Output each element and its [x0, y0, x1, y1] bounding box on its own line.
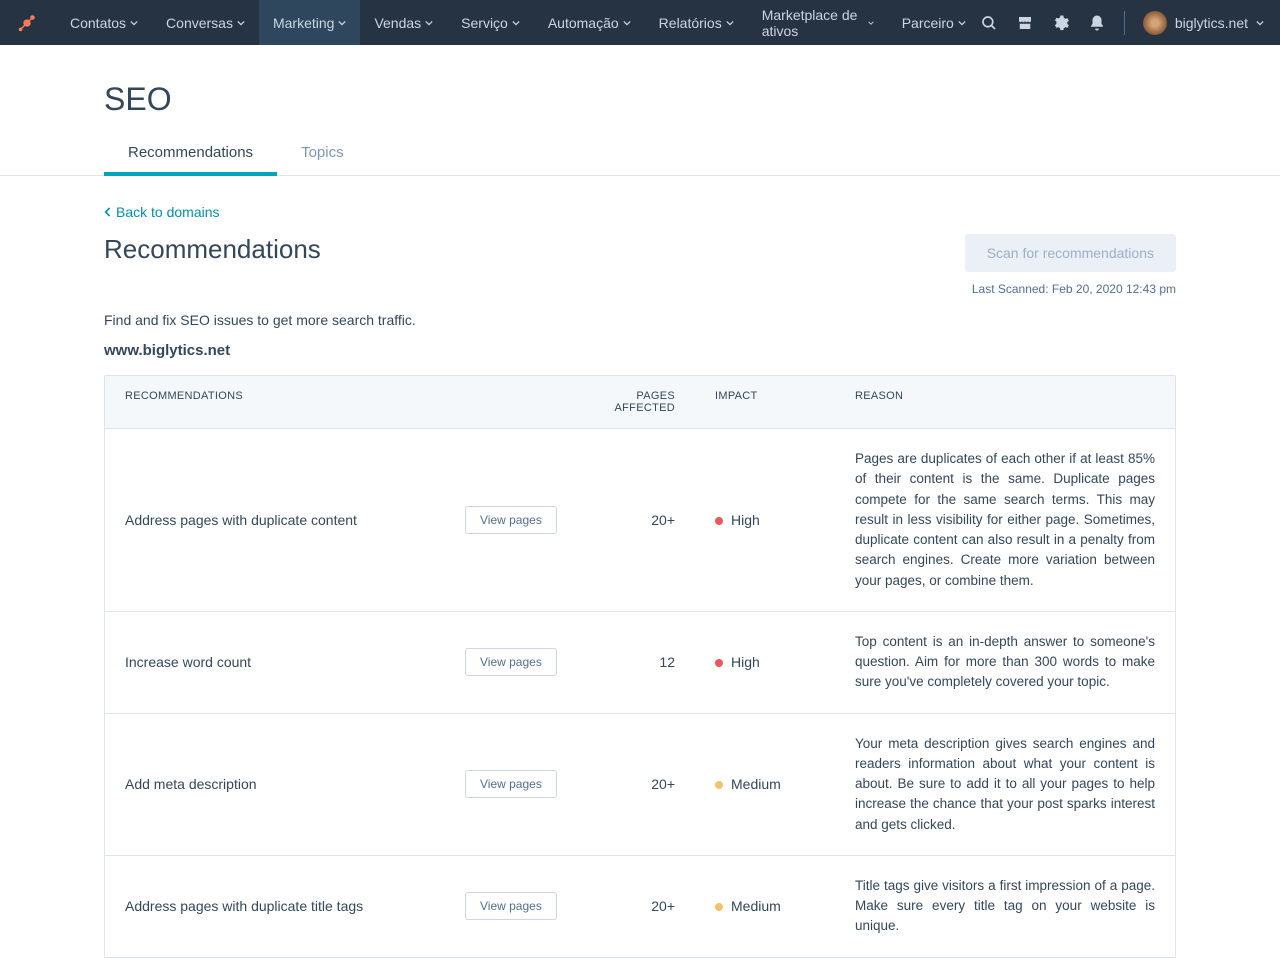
recommendation-title: Address pages with duplicate content	[125, 512, 465, 528]
recommendation-title: Address pages with duplicate title tags	[125, 898, 465, 914]
impact-label: Medium	[731, 898, 781, 914]
nav-item-marketing[interactable]: Marketing	[259, 0, 360, 45]
chevron-down-icon	[623, 19, 631, 27]
recommendations-heading: Recommendations	[104, 234, 321, 265]
impact-cell: Medium	[715, 898, 855, 914]
nav-item-automação[interactable]: Automação	[534, 0, 645, 45]
reason-text: Top content is an in-depth answer to som…	[855, 632, 1155, 693]
chevron-down-icon	[512, 19, 520, 27]
impact-dot-icon	[715, 903, 723, 911]
table-row: Add meta descriptionView pages 20+ Medium Y…	[105, 714, 1175, 856]
view-pages-button[interactable]: View pages	[465, 892, 557, 920]
nav-item-label: Contatos	[70, 15, 126, 31]
nav-item-label: Marketing	[273, 15, 334, 31]
domain-label: www.biglytics.net	[104, 342, 1176, 359]
impact-cell: High	[715, 654, 855, 670]
search-icon[interactable]	[980, 14, 998, 32]
reason-text: Title tags give visitors a first impress…	[855, 876, 1155, 937]
tabs-bar: Recommendations Topics	[0, 144, 1280, 176]
nav-item-label: Vendas	[374, 15, 421, 31]
header-reason: REASON	[855, 390, 1155, 414]
table-row: Address pages with duplicate title tagsV…	[105, 856, 1175, 957]
tab-topics[interactable]: Topics	[301, 144, 344, 175]
back-to-domains-link[interactable]: Back to domains	[104, 204, 220, 220]
nav-item-label: Parceiro	[902, 15, 954, 31]
impact-cell: Medium	[715, 776, 855, 792]
navbar-right: biglytics.net	[980, 11, 1264, 35]
reason-text: Your meta description gives search engin…	[855, 734, 1155, 835]
chevron-down-icon	[338, 19, 346, 27]
nav-item-parceiro[interactable]: Parceiro	[888, 0, 980, 45]
impact-label: High	[731, 654, 760, 670]
page-title: SEO	[104, 81, 1176, 118]
pages-affected-value: 20+	[585, 512, 715, 528]
chevron-down-icon	[237, 19, 245, 27]
header-recommendations: RECOMMENDATIONS	[125, 390, 465, 414]
impact-cell: High	[715, 512, 855, 528]
top-navbar: Contatos Conversas Marketing Vendas Serviço A…	[0, 0, 1280, 45]
chevron-down-icon	[130, 19, 138, 27]
account-label: biglytics.net	[1175, 15, 1248, 31]
impact-dot-icon	[715, 659, 723, 667]
nav-item-conversas[interactable]: Conversas	[152, 0, 259, 45]
chevron-down-icon	[1256, 19, 1264, 27]
tab-recommendations[interactable]: Recommendations	[128, 144, 253, 175]
nav-item-label: Relatórios	[659, 15, 722, 31]
recommendation-title: Increase word count	[125, 654, 465, 670]
view-pages-button[interactable]: View pages	[465, 770, 557, 798]
nav-item-label: Marketplace de ativos	[762, 7, 864, 39]
nav-item-marketplace-de-ativos[interactable]: Marketplace de ativos	[748, 0, 888, 45]
nav-divider	[1124, 11, 1125, 35]
nav-item-label: Serviço	[461, 15, 508, 31]
chevron-down-icon	[958, 19, 966, 27]
nav-items: Contatos Conversas Marketing Vendas Serviço A…	[56, 0, 980, 45]
nav-item-relatórios[interactable]: Relatórios	[645, 0, 748, 45]
impact-label: High	[731, 512, 760, 528]
nav-item-serviço[interactable]: Serviço	[447, 0, 534, 45]
avatar	[1143, 11, 1167, 35]
notifications-icon[interactable]	[1088, 14, 1106, 32]
view-pages-button[interactable]: View pages	[465, 506, 557, 534]
nav-item-contatos[interactable]: Contatos	[56, 0, 152, 45]
pages-affected-value: 20+	[585, 776, 715, 792]
table-row: Increase word countView pages 12 High Top c…	[105, 612, 1175, 714]
view-pages-button[interactable]: View pages	[465, 648, 557, 676]
navbar-left: Contatos Conversas Marketing Vendas Serviço A…	[16, 0, 980, 45]
chevron-down-icon	[868, 19, 874, 27]
marketplace-icon[interactable]	[1016, 14, 1034, 32]
nav-item-label: Conversas	[166, 15, 233, 31]
pages-affected-value: 12	[585, 654, 715, 670]
table-header: RECOMMENDATIONS PAGES AFFECTED IMPACT RE…	[105, 376, 1175, 429]
settings-icon[interactable]	[1052, 14, 1070, 32]
impact-label: Medium	[731, 776, 781, 792]
nav-item-label: Automação	[548, 15, 619, 31]
impact-dot-icon	[715, 517, 723, 525]
recommendations-table: RECOMMENDATIONS PAGES AFFECTED IMPACT RE…	[104, 375, 1176, 958]
last-scanned-text: Last Scanned: Feb 20, 2020 12:43 pm	[965, 282, 1176, 296]
page-container: SEO	[88, 81, 1192, 118]
header-impact: IMPACT	[715, 390, 855, 414]
account-menu[interactable]: biglytics.net	[1143, 11, 1264, 35]
pages-affected-value: 20+	[585, 898, 715, 914]
nav-item-vendas[interactable]: Vendas	[360, 0, 447, 45]
back-link-label: Back to domains	[116, 204, 220, 220]
chevron-left-icon	[104, 207, 112, 217]
hubspot-logo-icon[interactable]	[16, 12, 38, 34]
recommendation-title: Add meta description	[125, 776, 465, 792]
page-subtitle: Find and fix SEO issues to get more sear…	[104, 312, 1176, 328]
chevron-down-icon	[425, 19, 433, 27]
header-pages-affected: PAGES AFFECTED	[585, 390, 715, 414]
table-row: Address pages with duplicate contentView…	[105, 429, 1175, 612]
impact-dot-icon	[715, 781, 723, 789]
reason-text: Pages are duplicates of each other if at…	[855, 449, 1155, 591]
scan-for-recommendations-button[interactable]: Scan for recommendations	[965, 234, 1176, 272]
chevron-down-icon	[726, 19, 734, 27]
